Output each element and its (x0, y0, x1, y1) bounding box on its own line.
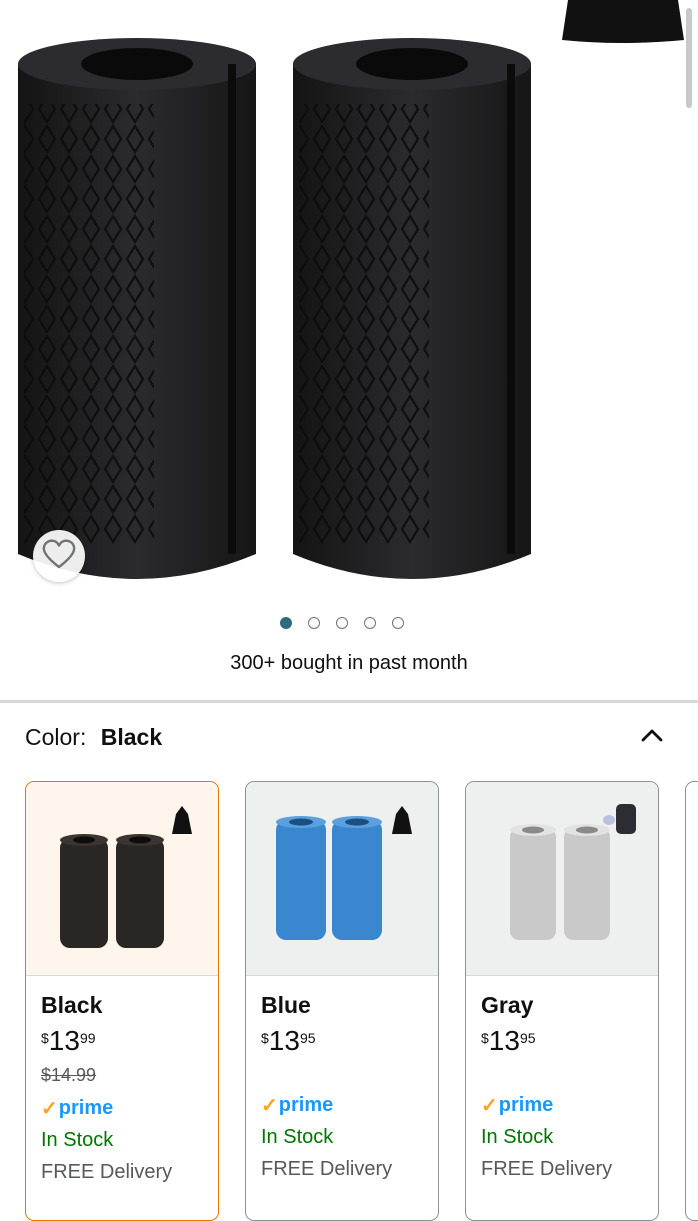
section-divider (0, 700, 698, 703)
variant-name: Gray (481, 992, 534, 1018)
variant-card-gray[interactable]: Gray $ 13 95 ✓ prime In Stock FREE Deliv… (465, 781, 659, 1221)
prime-check-icon: ✓ (261, 1095, 278, 1117)
carousel-dot-2[interactable] (308, 617, 320, 629)
variant-card-black[interactable]: Black $ 13 99 $14.99 ✓ prime In Stock FR… (25, 781, 219, 1221)
product-image-grip-right (289, 34, 535, 582)
prime-text: prime (58, 1097, 114, 1119)
variant-image-gray (466, 782, 658, 976)
price-symbol: $ (481, 1030, 489, 1046)
variant-card-next-peek[interactable] (685, 781, 698, 1221)
stock-status: In Stock (41, 1129, 114, 1151)
prime-badge: ✓ prime (261, 1093, 438, 1118)
color-label: Color: (25, 724, 87, 750)
delivery-text: FREE Delivery (41, 1161, 173, 1183)
variant-price: $ 13 95 (481, 1027, 658, 1055)
prime-check-icon: ✓ (481, 1095, 498, 1117)
variant-image-blue (246, 782, 438, 976)
price-whole: 13 (48, 1025, 80, 1056)
variant-card-blue[interactable]: Blue $ 13 95 ✓ prime In Stock FREE Deliv… (245, 781, 439, 1221)
variant-price: $ 13 99 (41, 1027, 218, 1055)
product-image-grip-left (14, 34, 260, 582)
color-selector-header: Color: Black (25, 724, 162, 751)
wishlist-button[interactable] (33, 530, 85, 582)
price-fraction: 99 (79, 1030, 96, 1046)
stock-status: In Stock (261, 1126, 334, 1148)
carrying-bag-image (562, 0, 684, 44)
variant-price: $ 13 95 (261, 1027, 438, 1055)
price-fraction: 95 (519, 1030, 536, 1046)
bought-count-text: 300+ bought in past month (230, 652, 468, 674)
carousel-dot-1[interactable] (280, 617, 292, 629)
delivery-text: FREE Delivery (261, 1158, 393, 1180)
prime-text: prime (278, 1094, 334, 1116)
price-symbol: $ (41, 1030, 49, 1046)
variant-name: Black (41, 992, 103, 1018)
carousel-dot-3[interactable] (336, 617, 348, 629)
price-whole: 13 (488, 1025, 520, 1056)
stock-status: In Stock (481, 1126, 554, 1148)
product-image-gallery[interactable] (0, 0, 698, 700)
delivery-text: FREE Delivery (481, 1158, 613, 1180)
carousel-dot-4[interactable] (364, 617, 376, 629)
color-selected-value: Black (100, 724, 163, 750)
prime-text: prime (498, 1094, 554, 1116)
variant-image-black (26, 782, 218, 976)
price-symbol: $ (261, 1030, 269, 1046)
carousel-dot-5[interactable] (392, 617, 404, 629)
list-price: $14.99 (41, 1065, 97, 1085)
prime-badge: ✓ prime (41, 1096, 218, 1121)
scrollbar[interactable] (686, 8, 692, 108)
prime-check-icon: ✓ (41, 1098, 58, 1120)
price-whole: 13 (268, 1025, 300, 1056)
variant-name: Blue (261, 992, 311, 1018)
price-spacer (481, 1055, 658, 1093)
price-spacer (261, 1055, 438, 1093)
price-fraction: 95 (299, 1030, 316, 1046)
collapse-color-button[interactable] (638, 722, 666, 750)
carousel-dots (280, 617, 404, 629)
prime-badge: ✓ prime (481, 1093, 658, 1118)
heart-icon (42, 539, 76, 574)
chevron-up-icon (638, 729, 666, 754)
